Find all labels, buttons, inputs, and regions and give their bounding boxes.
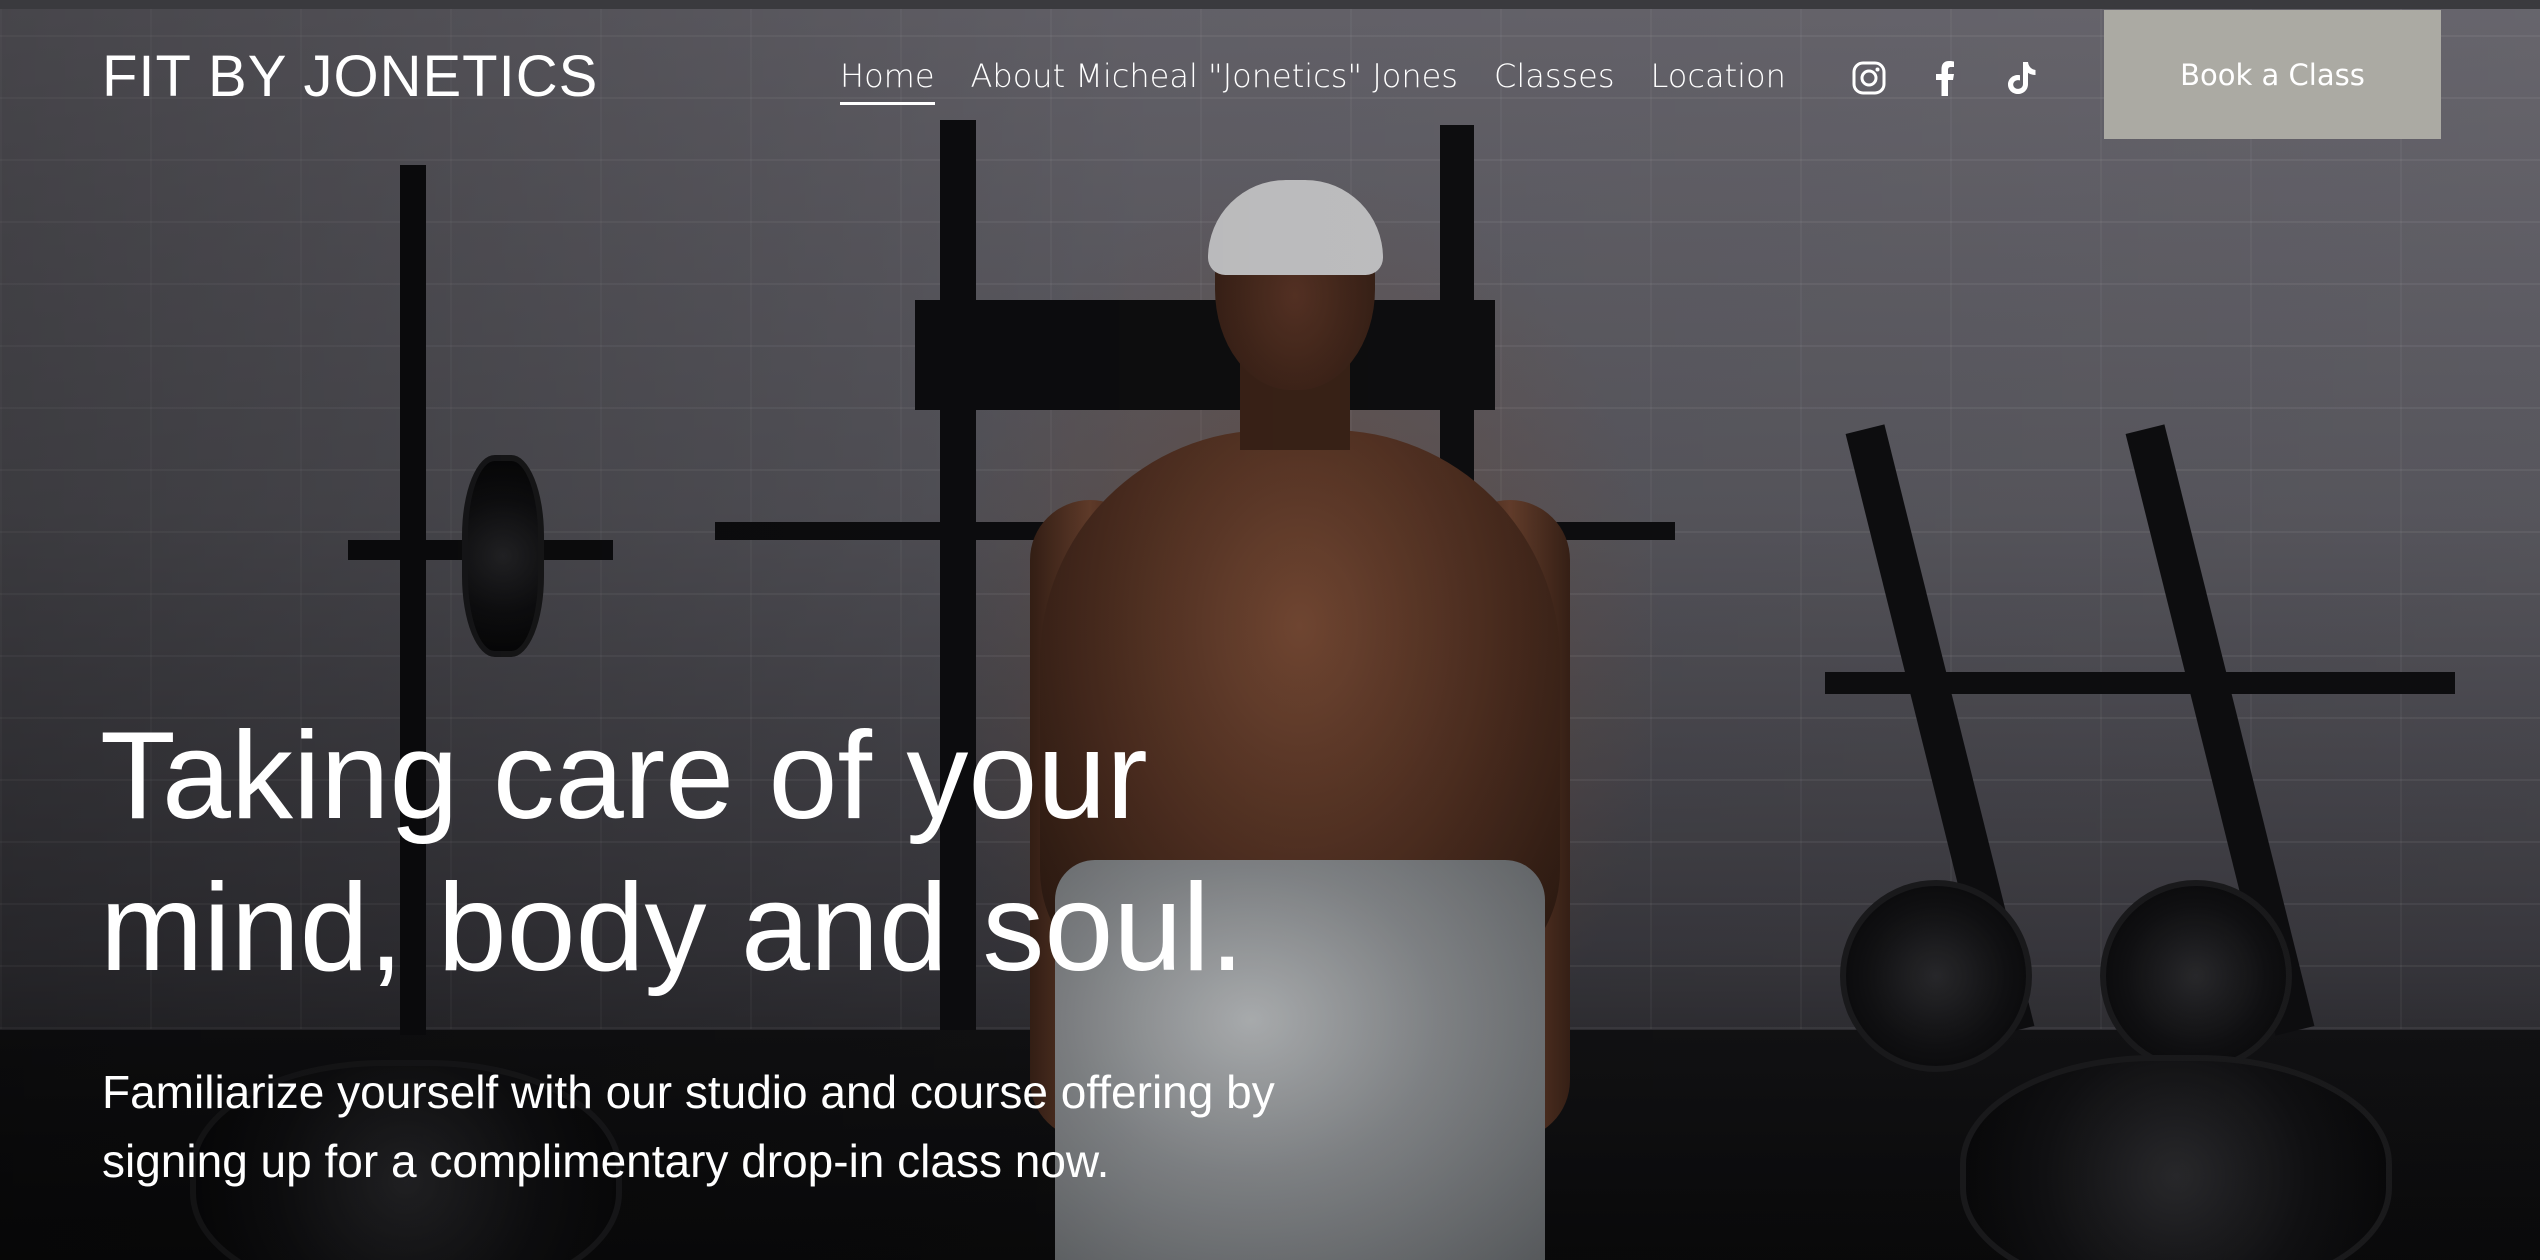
nav-item-home[interactable]: Home bbox=[840, 57, 935, 105]
main-nav: Home About Micheal "Jonetics" Jones Clas… bbox=[840, 57, 1786, 105]
site-header: FIT BY JONETICS Home About Micheal "Jone… bbox=[0, 9, 2540, 141]
facebook-icon[interactable] bbox=[1926, 59, 1964, 97]
hero-headline-line-1: Taking care of your bbox=[100, 707, 1148, 845]
tiktok-icon[interactable] bbox=[2002, 59, 2040, 97]
instagram-icon[interactable] bbox=[1850, 59, 1888, 97]
book-a-class-button[interactable]: Book a Class bbox=[2104, 10, 2441, 139]
social-links bbox=[1850, 59, 2040, 97]
nav-item-classes[interactable]: Classes bbox=[1494, 57, 1615, 105]
hero-headline: Taking care of your mind, body and soul. bbox=[100, 700, 1400, 1004]
browser-top-edge bbox=[0, 0, 2540, 9]
hero-subtext: Familiarize yourself with our studio and… bbox=[102, 1066, 1275, 1187]
hero-headline-line-2: mind, body and soul. bbox=[100, 859, 1245, 997]
site-logo[interactable]: FIT BY JONETICS bbox=[102, 43, 598, 110]
page: FIT BY JONETICS Home About Micheal "Jone… bbox=[0, 0, 2540, 1260]
nav-item-location[interactable]: Location bbox=[1651, 57, 1786, 105]
nav-item-about[interactable]: About Micheal "Jonetics" Jones bbox=[971, 57, 1458, 105]
